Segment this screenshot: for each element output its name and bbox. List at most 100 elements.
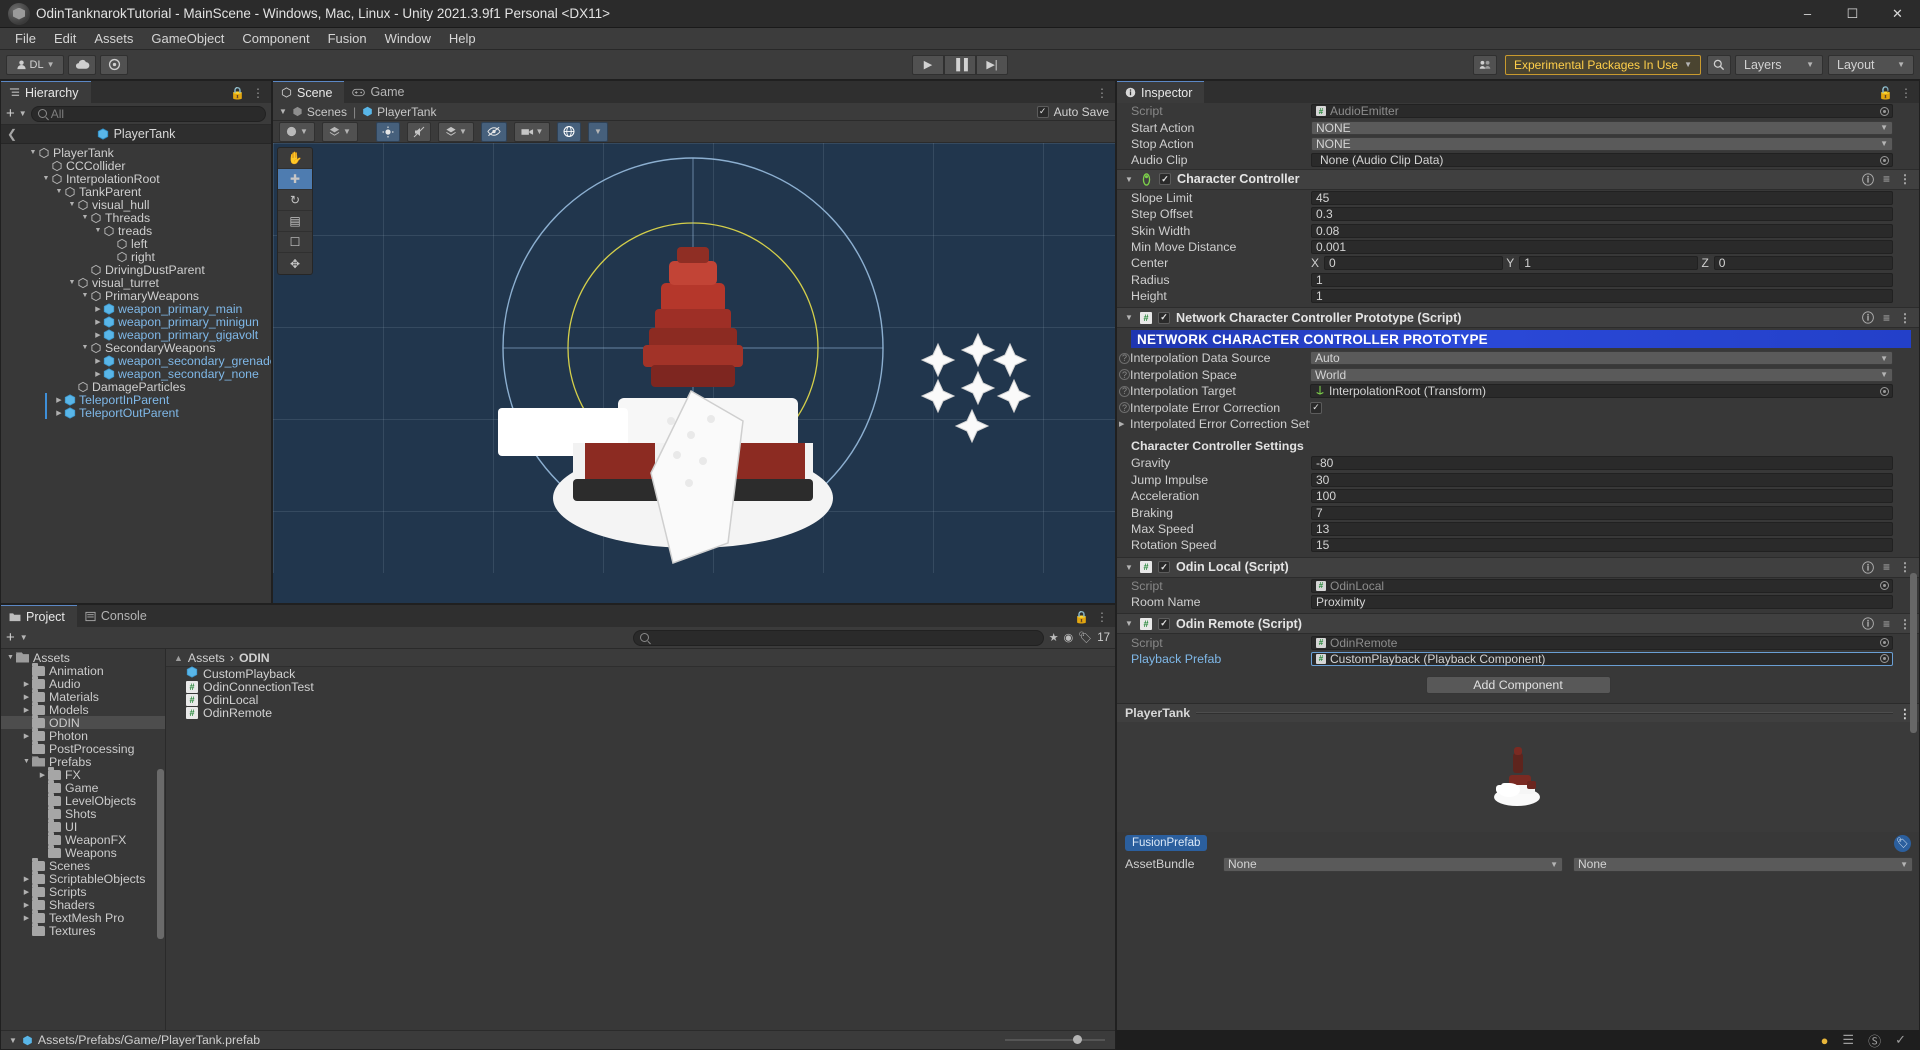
- character-controller-input-slope-limit[interactable]: 45: [1311, 190, 1893, 205]
- component-header-actions[interactable]: ⓘ ≡ ⋮: [1862, 309, 1911, 326]
- project-asset-list[interactable]: ▲ Assets › ODIN CustomPlayback # OdinConne…: [166, 649, 1115, 1030]
- chevron-right-icon[interactable]: ▶: [93, 305, 103, 313]
- project-folder-levelobjects[interactable]: LevelObjects: [1, 793, 165, 808]
- chevron-right-icon[interactable]: ▶: [37, 771, 48, 779]
- project-folder-scripts[interactable]: ▶ Scripts: [1, 884, 165, 899]
- scale-tool-button[interactable]: ▤: [278, 211, 312, 232]
- tab-project[interactable]: Project: [1, 605, 77, 627]
- chevron-down-icon[interactable]: ▼: [1125, 175, 1134, 184]
- audio-emitter-rows[interactable]: Script # AudioEmitter Start Action NONE ▼ Stop…: [1117, 103, 1919, 169]
- cc-settings-row-acceleration[interactable]: Acceleration 100: [1117, 488, 1919, 504]
- hierarchy-tab-icons[interactable]: 🔒 ⋮: [230, 86, 271, 103]
- menu-item-gameobject[interactable]: GameObject: [142, 29, 233, 48]
- collab-button[interactable]: [1472, 54, 1497, 75]
- audio-emitter-dropdown-stop-action[interactable]: NONE ▼: [1311, 136, 1893, 151]
- character-controller-input-step-offset[interactable]: 0.3: [1311, 207, 1893, 222]
- component-header-odin-remote[interactable]: ▼ # ✓ Odin Remote (Script) ⓘ ≡ ⋮: [1117, 613, 1919, 635]
- menu-item-help[interactable]: Help: [440, 29, 485, 48]
- network-ccp-dropdown-interpolation-data-source[interactable]: Auto ▼: [1310, 351, 1893, 366]
- character-controller-row-step-offset[interactable]: Step Offset 0.3: [1117, 206, 1919, 222]
- lock-icon[interactable]: 🔒: [230, 86, 245, 100]
- network-ccp-checkbox-interpolate-error-correction[interactable]: ✓: [1310, 401, 1322, 414]
- project-folder-audio[interactable]: ▶ Audio: [1, 676, 165, 691]
- help-icon[interactable]: ?: [1119, 402, 1130, 414]
- auto-save-toggle[interactable]: ✓ Auto Save: [1036, 105, 1109, 119]
- move-tool-button[interactable]: ✚: [278, 169, 312, 190]
- hierarchy-item-threads[interactable]: ▼ Threads: [1, 211, 271, 225]
- chevron-down-icon[interactable]: ▼: [67, 201, 77, 208]
- chevron-down-icon[interactable]: ▼: [28, 149, 38, 156]
- tab-scene[interactable]: Scene: [273, 81, 345, 103]
- player-tank-model[interactable]: [273, 143, 1115, 573]
- center-vector3[interactable]: X 0 Y 1 Z 0: [1311, 256, 1893, 271]
- chevron-right-icon[interactable]: ▶: [21, 914, 32, 922]
- chevron-down-icon[interactable]: ▼: [1125, 619, 1134, 628]
- help-icon[interactable]: ⓘ: [1862, 171, 1874, 188]
- hierarchy-item-weapon-primary-gigavolt[interactable]: ▶ weapon_primary_gigavolt: [1, 328, 271, 342]
- project-crumb-root[interactable]: Assets: [188, 651, 225, 665]
- project-folder-ui[interactable]: UI: [1, 819, 165, 834]
- inspector-body[interactable]: Script # AudioEmitter Start Action NONE ▼ Stop…: [1117, 103, 1919, 1049]
- character-controller-enabled-checkbox[interactable]: ✓: [1159, 173, 1171, 186]
- odin-local-enabled-checkbox[interactable]: ✓: [1158, 561, 1170, 574]
- filter-label-icon[interactable]: 🏷: [1078, 631, 1092, 644]
- hierarchy-item-secondaryweapons[interactable]: ▼ SecondaryWeapons: [1, 341, 271, 355]
- hierarchy-item-teleportoutparent[interactable]: ▶ TeleportOutParent: [1, 406, 271, 420]
- object-picker-icon[interactable]: [1880, 386, 1889, 396]
- chevron-down-icon[interactable]: ▼: [20, 633, 28, 642]
- project-folder-prefabs[interactable]: ▼ Prefabs: [1, 755, 165, 769]
- scene-tools-palette[interactable]: ✋ ✚ ↻ ▤ ☐ ✥: [277, 147, 313, 275]
- project-folder-postprocessing[interactable]: PostProcessing: [1, 741, 165, 756]
- layers-status-icon[interactable]: ☰: [1842, 1032, 1854, 1048]
- component-header-character-controller[interactable]: ▼ ✓ Character Controller ⓘ ≡ ⋮: [1117, 168, 1919, 190]
- center-z-input[interactable]: 0: [1713, 256, 1893, 271]
- hierarchy-item-weapon-secondary-grenades[interactable]: ▶ weapon_secondary_grenades: [1, 354, 271, 368]
- scene-gizmo-dropdown[interactable]: ▼: [588, 121, 608, 142]
- project-folder-shaders[interactable]: ▶ Shaders: [1, 897, 165, 912]
- tab-game[interactable]: Game: [344, 81, 417, 103]
- maximize-button[interactable]: ☐: [1830, 0, 1875, 27]
- character-controller-input-skin-width[interactable]: 0.08: [1311, 223, 1893, 238]
- account-button[interactable]: DL ▼: [6, 54, 64, 75]
- minimize-button[interactable]: –: [1785, 0, 1830, 27]
- asset-item-customplayback[interactable]: CustomPlayback: [166, 666, 1115, 681]
- hierarchy-search-input[interactable]: All: [30, 105, 266, 122]
- chevron-right-icon[interactable]: ▶: [21, 693, 32, 701]
- scene-view-toolbar[interactable]: ▼ ▼ ▼ ▼ ▼: [273, 121, 1115, 143]
- asset-tag-row[interactable]: FusionPrefab 🏷: [1117, 832, 1919, 855]
- project-folder-textmesh-pro[interactable]: ▶ TextMesh Pro: [1, 910, 165, 925]
- chevron-right-icon[interactable]: ▶: [93, 318, 103, 326]
- play-controls[interactable]: ▶ ▐▐ ▶|: [912, 54, 1008, 75]
- tab-inspector[interactable]: Inspector: [1117, 81, 1205, 103]
- chevron-right-icon[interactable]: ▶: [21, 888, 32, 896]
- asset-item-odinlocal[interactable]: # OdinLocal: [166, 693, 1115, 707]
- asset-rows[interactable]: CustomPlayback # OdinConnectionTest # OdinLo…: [166, 666, 1115, 720]
- project-folder-textures[interactable]: Textures: [1, 923, 165, 938]
- camera-overlay-toggle[interactable]: ▼: [514, 121, 550, 142]
- draw-mode-dropdown[interactable]: ▼: [279, 121, 315, 142]
- object-picker-icon[interactable]: [1880, 106, 1889, 116]
- cc-settings-input-acceleration[interactable]: 100: [1311, 489, 1893, 504]
- chevron-down-icon[interactable]: ▼: [54, 188, 64, 195]
- preset-icon[interactable]: ≡: [1883, 617, 1890, 631]
- effects-toggle[interactable]: ▼: [438, 121, 474, 142]
- project-tab-icons[interactable]: 🔒 ⋮: [1074, 610, 1115, 627]
- menu-item-window[interactable]: Window: [376, 29, 440, 48]
- menu-item-assets[interactable]: Assets: [85, 29, 142, 48]
- filter-type-icon[interactable]: ◉: [1064, 631, 1074, 644]
- animation-recorder-icon[interactable]: ●: [1821, 1033, 1829, 1048]
- character-controller-row-skin-width[interactable]: Skin Width 0.08: [1117, 222, 1919, 238]
- add-component-button[interactable]: Add Component: [1425, 676, 1611, 695]
- audio-emitter-row-audio-clip[interactable]: Audio Clip None (Audio Clip Data): [1117, 152, 1919, 168]
- preset-icon[interactable]: ≡: [1883, 560, 1890, 574]
- pause-button[interactable]: ▐▐: [944, 54, 976, 75]
- main-toolbar[interactable]: DL ▼ ▶ ▐▐ ▶| Experimental Packages In Us…: [0, 50, 1920, 80]
- kebab-icon[interactable]: ⋮: [1899, 172, 1911, 186]
- project-folder-models[interactable]: ▶ Models: [1, 702, 165, 717]
- hierarchy-item-weapon-secondary-none[interactable]: ▶ weapon_secondary_none: [1, 367, 271, 381]
- editor-status-bar[interactable]: ● ☰ Ⓢ ✓: [1116, 1030, 1920, 1050]
- chevron-right-icon[interactable]: ▶: [21, 901, 32, 909]
- network-ccp-dropdown-interpolation-space[interactable]: World ▼: [1310, 367, 1893, 382]
- cc-settings-input-gravity[interactable]: -80: [1311, 456, 1893, 471]
- project-folder-odin[interactable]: ODIN: [1, 715, 165, 730]
